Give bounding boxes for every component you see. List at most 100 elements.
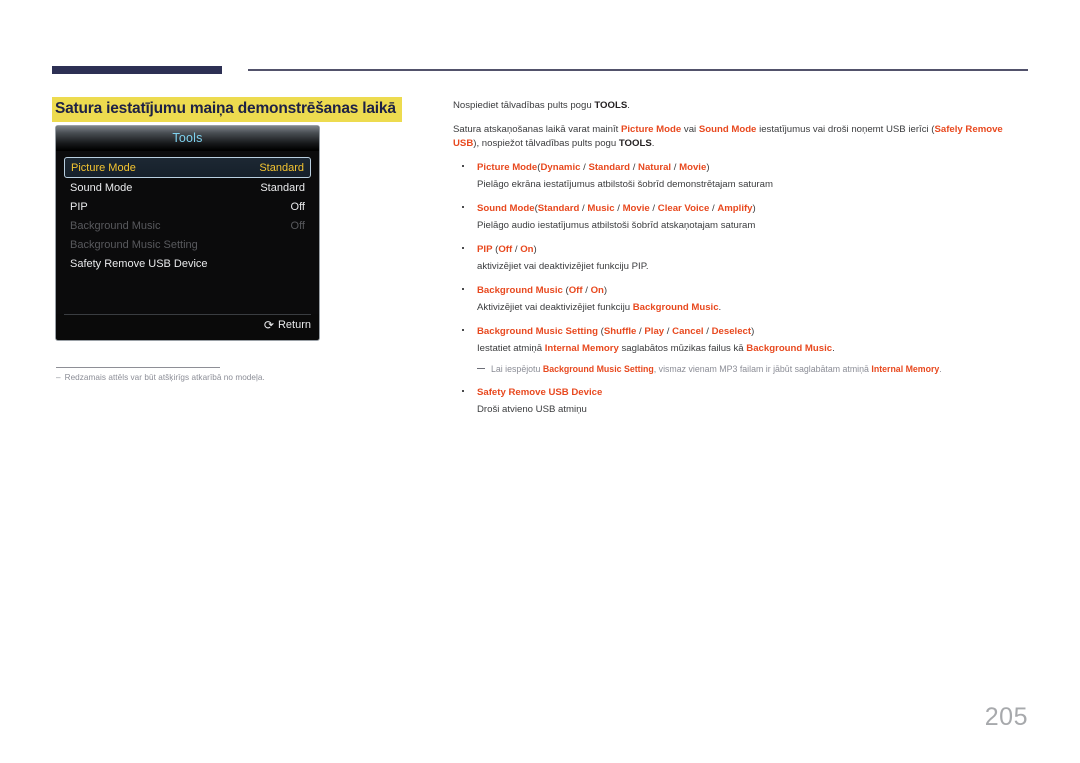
subnote-p2: , vismaz vienam MP3 failam ir jābūt sagl… — [653, 363, 872, 374]
bullet-dot-icon — [462, 328, 464, 331]
subnote-keyword-internal-memory: Internal Memory — [871, 363, 940, 374]
osd-footer: ⟲ Return — [64, 314, 311, 335]
option: Natural — [638, 161, 672, 173]
option: Dynamic — [540, 161, 581, 173]
bullet-description: Pielāgo audio iestatījumus atbilstoši šo… — [477, 219, 756, 231]
intro-paragraph-2: Satura atskaņošanas laikā varat mainīt P… — [453, 123, 1013, 152]
paren-close: ) — [751, 325, 755, 337]
desc-pre: Aktivizējiet vai deaktivizējiet funkciju — [477, 301, 633, 313]
option: Cancel — [672, 325, 704, 337]
option: Music — [587, 202, 615, 214]
paren-close: ) — [603, 284, 608, 296]
body-content: Nospiediet tālvadības pults pogu TOOLS. … — [453, 99, 1013, 427]
osd-title: Tools — [172, 131, 203, 145]
osd-item-picture-mode[interactable]: Picture Mode Standard — [64, 157, 311, 178]
osd-item-label: Background Music — [70, 219, 161, 232]
osd-item-value: Off — [290, 200, 305, 213]
subnote-p3: . — [939, 363, 942, 374]
keyword-picture-mode: Picture Mode — [620, 123, 682, 135]
list-item: PIP (Off / On) aktivizējiet vai deaktivi… — [453, 243, 1013, 274]
bullet-dot-icon — [462, 164, 464, 167]
list-item: Background Music (Off / On) Aktivizējiet… — [453, 284, 1013, 315]
desc-keyword-background-music: Background Music — [746, 342, 833, 354]
option: On — [520, 243, 534, 255]
footnote-divider — [56, 367, 220, 368]
osd-item-sound-mode[interactable]: Sound Mode Standard — [64, 178, 311, 197]
keyword-sound-mode: Sound Mode — [698, 123, 757, 135]
option: Off — [498, 243, 513, 255]
osd-item-background-music-setting: Background Music Setting — [64, 235, 311, 254]
bullet-head: Picture Mode(Dynamic / Standard / Natura… — [477, 161, 710, 173]
figure-note: – Redzamais attēls var būt atšķirīgs atka… — [56, 373, 265, 382]
figure-note-dash: – — [56, 373, 61, 382]
option: Play — [644, 325, 665, 337]
subnote-keyword-bms: Background Music Setting — [542, 363, 654, 374]
tools-button-keyword: TOOLS — [594, 100, 628, 111]
intro2-p2: vai — [681, 123, 699, 135]
desc-pre: Iestatiet atmiņā — [477, 342, 545, 354]
figure-note-text: Redzamais attēls var būt atšķirīgs atkar… — [64, 373, 265, 382]
bullet-dot-icon — [462, 205, 464, 208]
intro1-before: Nospiediet tālvadības pults pogu — [453, 100, 595, 111]
option: Standard — [588, 161, 631, 173]
list-item: Picture Mode(Dynamic / Standard / Natura… — [453, 161, 1013, 192]
option: Amplify — [717, 202, 753, 214]
paren-close: ) — [533, 243, 537, 255]
desc-post: . — [718, 301, 722, 313]
option: Deselect — [711, 325, 752, 337]
bullet-head: Background Music (Off / On) — [477, 284, 608, 296]
osd-item-label: Picture Mode — [71, 161, 136, 174]
list-item: Safety Remove USB Device Droši atvieno U… — [453, 386, 1013, 417]
list-item: Sound Mode(Standard / Music / Movie / Cl… — [453, 202, 1013, 233]
option: Clear Voice — [657, 202, 710, 214]
bullet-dot-icon — [462, 246, 464, 249]
osd-item-background-music: Background Music Off — [64, 216, 311, 235]
osd-item-label: PIP — [70, 200, 88, 213]
intro1-after: . — [627, 100, 630, 111]
bullet-description: Iestatiet atmiņā Internal Memory saglabā… — [477, 341, 1013, 356]
bullet-dot-icon — [462, 389, 464, 392]
page-title: Satura iestatījumu maiņa demonstrēšanas … — [52, 97, 402, 122]
settings-bullet-list: Picture Mode(Dynamic / Standard / Natura… — [453, 161, 1013, 417]
bullet-dot-icon — [462, 287, 464, 290]
intro-paragraph-1: Nospiediet tālvadības pults pogu TOOLS. — [453, 99, 1013, 114]
paren-close: ) — [706, 161, 710, 173]
desc-keyword: Background Music — [632, 301, 719, 313]
bullet-name: Background Music — [477, 284, 563, 296]
option: On — [590, 284, 604, 296]
bullet-description: Droši atvieno USB atmiņu — [477, 403, 587, 415]
sub-note: Lai iespējotu Background Music Setting, … — [477, 363, 1013, 376]
paren-close: ) — [752, 202, 756, 214]
osd-item-value: Standard — [260, 181, 305, 194]
osd-return-label[interactable]: Return — [278, 319, 311, 331]
osd-item-label: Safety Remove USB Device — [70, 257, 208, 270]
return-arrow-icon: ⟲ — [263, 318, 274, 332]
bullet-description: Aktivizējiet vai deaktivizējiet funkciju… — [477, 300, 1013, 315]
bullet-name: Picture Mode — [477, 161, 538, 173]
osd-item-value: Off — [290, 219, 305, 232]
osd-titlebar: Tools — [56, 126, 319, 151]
bullet-head: Sound Mode(Standard / Music / Movie / Cl… — [477, 202, 756, 214]
bullet-name: PIP — [477, 243, 493, 255]
desc-keyword-internal-memory: Internal Memory — [544, 342, 619, 354]
osd-tools-panel: Tools Picture Mode Standard Sound Mode S… — [55, 125, 320, 341]
osd-menu-list: Picture Mode Standard Sound Mode Standar… — [56, 151, 319, 314]
osd-item-label: Sound Mode — [70, 181, 133, 194]
bullet-description: Pielāgo ekrāna iestatījumus atbilstoši š… — [477, 178, 773, 190]
tools-button-keyword-2: TOOLS — [618, 138, 652, 149]
desc-mid: saglabātos mūzikas failus kā — [618, 342, 747, 354]
option: Standard — [537, 202, 580, 214]
osd-item-value: Standard — [259, 161, 304, 174]
osd-item-safety-remove-usb-device[interactable]: Safety Remove USB Device — [64, 254, 311, 273]
bullet-head: Safety Remove USB Device — [477, 386, 1013, 400]
intro2-p5: . — [651, 138, 655, 149]
osd-item-pip[interactable]: PIP Off — [64, 197, 311, 216]
option: Off — [568, 284, 583, 296]
bullet-description: aktivizējiet vai deaktivizējiet funkciju… — [477, 260, 649, 272]
list-item: Background Music Setting (Shuffle / Play… — [453, 325, 1013, 376]
bullet-head: Background Music Setting (Shuffle / Play… — [477, 325, 755, 337]
header-rule-thick — [52, 66, 222, 74]
bullet-name: Background Music Setting — [477, 325, 598, 337]
intro2-p1: Satura atskaņošanas laikā varat mainīt — [453, 123, 621, 135]
osd-item-label: Background Music Setting — [70, 238, 198, 251]
